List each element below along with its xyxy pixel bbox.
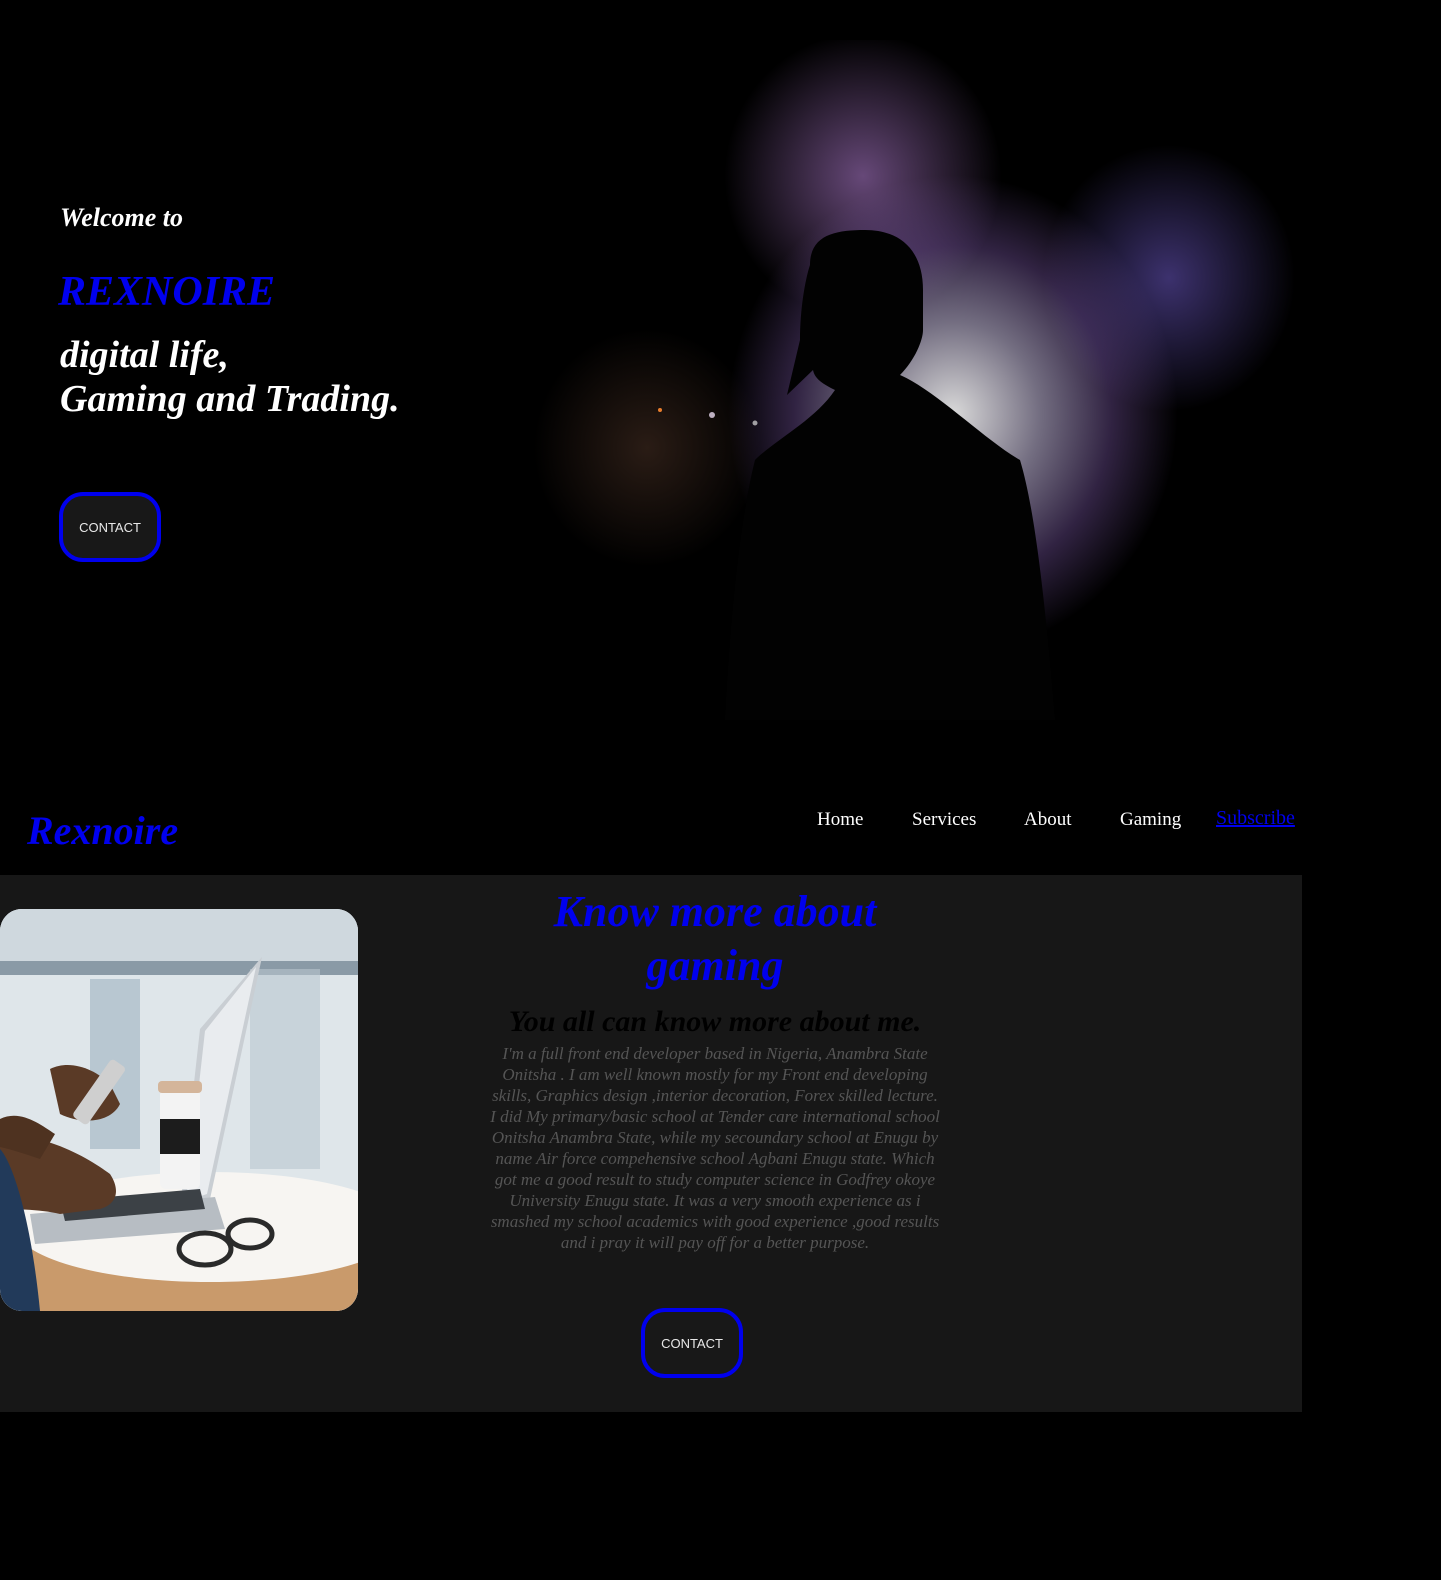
nav-item-home[interactable]: Home: [817, 809, 863, 831]
subscribe-link[interactable]: Subscribe: [1216, 807, 1295, 830]
hero-silhouette-image: [395, 40, 1295, 720]
about-title: Know more about gaming: [553, 887, 877, 990]
about-section: Know more about gaming You all can know …: [0, 875, 1302, 1412]
about-subtitle: You all can know more about me.: [508, 1005, 922, 1038]
tagline: digital life, Gaming and Trading.: [60, 333, 400, 421]
site-logo[interactable]: Rexnoire: [27, 807, 178, 854]
navbar: Rexnoire Home Services About Gaming Subs…: [0, 790, 1441, 875]
about-contact-button[interactable]: CONTACT: [641, 1308, 743, 1378]
nav-item-about[interactable]: About: [1024, 809, 1072, 831]
nav-item-services[interactable]: Services: [912, 809, 976, 831]
brand-heading: REXNOIRE: [58, 269, 276, 315]
hero-contact-button[interactable]: CONTACT: [59, 492, 161, 562]
tagline-line-2: Gaming and Trading.: [60, 378, 400, 420]
nav-item-gaming[interactable]: Gaming: [1120, 809, 1181, 831]
about-body-text: I'm a full front end developer based in …: [490, 1044, 940, 1252]
welcome-heading: Welcome to: [60, 203, 183, 232]
tagline-line-1: digital life,: [60, 334, 229, 376]
laptop-image: [0, 909, 358, 1311]
hero-section: Welcome to REXNOIRE digital life, Gaming…: [0, 0, 1441, 760]
